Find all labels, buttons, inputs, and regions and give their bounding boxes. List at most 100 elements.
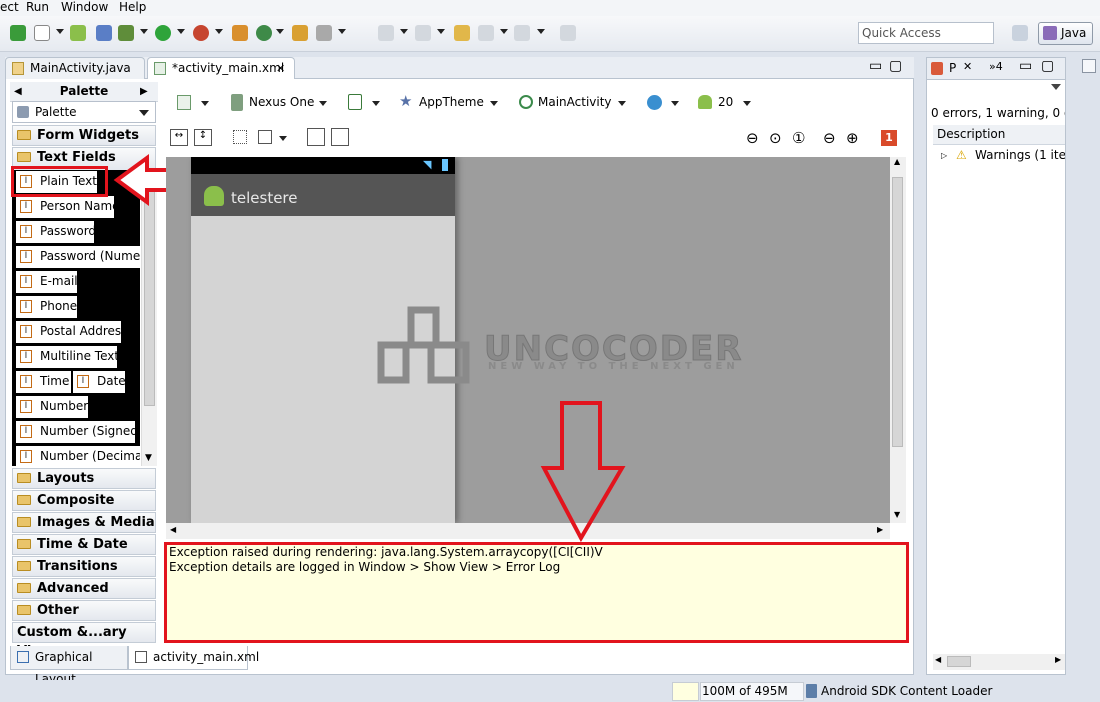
column-description[interactable]: Description — [933, 125, 1065, 145]
widget-person-name[interactable]: I Person Name — [16, 196, 114, 218]
annotation-next-icon[interactable] — [378, 25, 394, 41]
scroll-left-icon[interactable]: ◀ — [935, 655, 941, 664]
category-images-media[interactable]: Images & Media — [12, 512, 156, 533]
palette-selector[interactable]: Palette — [12, 101, 156, 123]
arrow-right-icon[interactable]: ▶ — [140, 82, 148, 101]
scroll-thumb[interactable] — [144, 184, 155, 406]
zoom-out-icon[interactable]: ⊖ — [823, 129, 836, 147]
category-composite[interactable]: Composite — [12, 490, 156, 511]
debug-icon[interactable] — [118, 25, 134, 41]
heap-status[interactable]: 100M of 495M — [700, 682, 804, 701]
tab-mainactivity-java[interactable]: MainActivity.java — [5, 57, 145, 79]
zoom-100-icon[interactable]: ① — [792, 129, 805, 147]
scroll-left-icon[interactable]: ◀ — [170, 525, 176, 534]
minimize-icon[interactable]: ▭ — [869, 58, 882, 74]
toggle-layout-icon[interactable] — [331, 128, 349, 146]
scroll-down-icon[interactable]: ▼ — [894, 510, 900, 519]
restore-icon[interactable] — [1082, 59, 1096, 73]
run-icon[interactable] — [155, 25, 171, 41]
expand-icon[interactable]: ▷ — [941, 151, 947, 160]
minimize-icon[interactable]: ▭ — [1019, 58, 1032, 74]
layout-file-icon[interactable] — [177, 95, 191, 110]
layout-canvas[interactable]: ◥ telestere UNCOCODER NEW WAY TO THE NEX… — [166, 157, 890, 523]
checkbox-icon[interactable] — [34, 25, 50, 41]
device-selector[interactable]: Nexus One — [249, 95, 314, 109]
tab-problems[interactable]: P — [949, 61, 956, 75]
widget-date[interactable]: I Date — [73, 371, 125, 393]
menu-project[interactable]: ect — [0, 0, 19, 15]
maximize-icon[interactable]: ▢ — [889, 58, 902, 74]
widget-postal-address[interactable]: I Postal Address — [16, 321, 121, 343]
arrow-left-icon[interactable]: ◀ — [14, 82, 22, 101]
annotation-prev-icon[interactable] — [415, 25, 431, 41]
tool-icon[interactable] — [96, 25, 112, 41]
forward-icon[interactable] — [514, 25, 530, 41]
widget-phone[interactable]: I Phone — [16, 296, 77, 318]
activity-selector[interactable]: MainActivity — [538, 95, 612, 109]
overflow-tabs[interactable]: »4 — [989, 60, 1003, 73]
error-count-badge[interactable]: 1 — [881, 130, 897, 146]
scroll-thumb[interactable] — [947, 656, 971, 667]
sdk-manager-icon[interactable] — [10, 25, 26, 41]
zoom-fit-icon[interactable]: ⊖ — [746, 129, 759, 147]
new-package-icon[interactable] — [232, 25, 248, 41]
zoom-in-icon[interactable]: ⊕ — [846, 129, 859, 147]
back-icon[interactable] — [478, 25, 494, 41]
orientation-icon[interactable] — [348, 94, 362, 110]
widget-number-decimal[interactable]: I Number (Decimal) — [16, 446, 140, 468]
pin-editor-icon[interactable] — [560, 25, 576, 41]
problems-hscrollbar[interactable]: ◀ ▶ — [933, 654, 1065, 670]
open-type-icon[interactable] — [292, 25, 308, 41]
java-perspective-button[interactable]: Java — [1038, 22, 1093, 45]
api-level-selector[interactable]: 20 — [718, 95, 733, 109]
canvas-vertical-scrollbar[interactable]: ▲ ▼ — [890, 157, 906, 523]
open-perspective-icon[interactable] — [1012, 25, 1028, 41]
layout-bounds-icon[interactable] — [233, 130, 247, 144]
widget-number[interactable]: I Number — [16, 396, 88, 418]
scroll-right-icon[interactable]: ▶ — [1055, 655, 1061, 664]
menu-run[interactable]: Run — [26, 0, 49, 15]
emulate-icon[interactable] — [258, 130, 272, 144]
widget-password-numeric[interactable]: I Password (Numeric) — [16, 246, 140, 268]
globe-icon[interactable] — [647, 95, 662, 110]
android-device-icon[interactable] — [70, 25, 86, 41]
zoom-real-icon[interactable]: ⊙ — [769, 129, 782, 147]
close-icon[interactable]: ✕ — [963, 60, 972, 73]
theme-selector[interactable]: AppTheme — [419, 95, 484, 109]
category-time-date[interactable]: Time & Date — [12, 534, 156, 555]
warnings-row[interactable]: Warnings (1 item — [975, 148, 1065, 162]
view-menu-icon[interactable] — [1051, 84, 1061, 90]
widget-email[interactable]: I E-mail — [16, 271, 77, 293]
category-transitions[interactable]: Transitions — [12, 556, 156, 577]
maximize-icon[interactable]: ▢ — [1041, 58, 1054, 74]
last-edit-icon[interactable] — [454, 25, 470, 41]
close-icon[interactable]: ✕ — [276, 58, 285, 79]
widget-time[interactable]: I Time — [16, 371, 71, 393]
scroll-down-icon[interactable]: ▼ — [145, 453, 152, 463]
menu-window[interactable]: Window — [61, 0, 108, 15]
scroll-thumb[interactable] — [892, 177, 903, 447]
external-tools-icon[interactable] — [193, 25, 209, 41]
trash-icon[interactable] — [806, 684, 817, 698]
category-advanced[interactable]: Advanced — [12, 578, 156, 599]
toggle-fill-width-icon[interactable]: ↔ — [170, 129, 188, 146]
new-class-icon[interactable] — [256, 25, 272, 41]
category-custom-views[interactable]: Custom &...ary Views — [12, 622, 156, 659]
widget-number-signed[interactable]: I Number (Signed) — [16, 421, 135, 443]
scroll-up-icon[interactable]: ▲ — [894, 157, 900, 166]
tab-activity-main-xml[interactable]: *activity_main.xml ✕ — [147, 57, 295, 79]
palette-scrollbar[interactable]: ▲ ▼ — [141, 170, 157, 466]
scroll-right-icon[interactable]: ▶ — [877, 525, 883, 534]
tab-activity-main-xml-source[interactable]: activity_main.xml — [128, 646, 259, 670]
category-layouts[interactable]: Layouts — [12, 468, 156, 489]
quick-access-input[interactable]: Quick Access — [858, 22, 994, 44]
widget-password[interactable]: I Password — [16, 221, 94, 243]
widget-multiline-text[interactable]: I Multiline Text — [16, 346, 117, 368]
refresh-layout-icon[interactable] — [307, 128, 325, 146]
canvas-horizontal-scrollbar[interactable]: ◀ ▶ — [166, 523, 890, 539]
category-form-widgets[interactable]: Form Widgets — [12, 125, 156, 146]
search-icon[interactable] — [316, 25, 332, 41]
menu-help[interactable]: Help — [119, 0, 146, 15]
toggle-fill-height-icon[interactable]: ↕ — [194, 129, 212, 146]
tab-graphical-layout[interactable]: Graphical Layout — [10, 646, 128, 686]
